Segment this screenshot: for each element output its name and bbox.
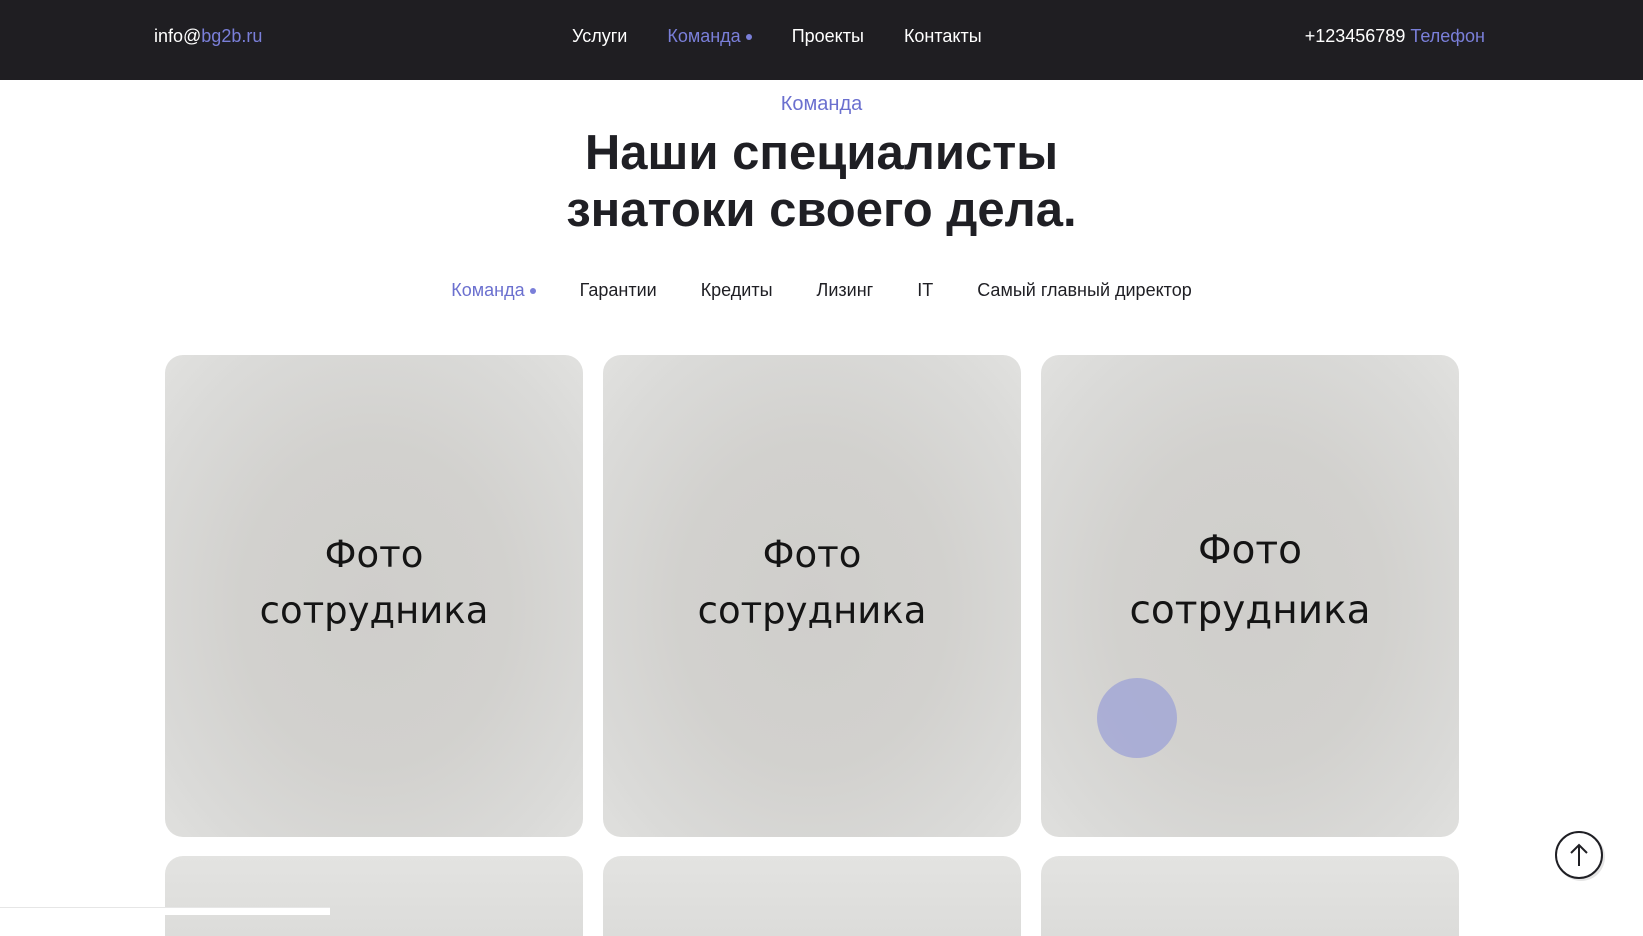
employee-card[interactable]: Фото сотрудника [603, 355, 1021, 837]
photo-caption-line2: сотрудника [697, 589, 927, 632]
employee-card-partial[interactable] [603, 856, 1021, 936]
tab-leasing[interactable]: Лизинг [817, 280, 874, 301]
employee-card-partial[interactable] [165, 856, 583, 936]
tab-label: Лизинг [816, 280, 874, 300]
tab-credits[interactable]: Кредиты [701, 280, 773, 301]
nav-item-team[interactable]: Команда [667, 26, 752, 47]
tab-label: Самый главный директор [977, 280, 1192, 300]
page-title-line1: Наши специалисты [584, 126, 1059, 180]
phone-number: +123456789 [1304, 26, 1406, 46]
employee-photo-placeholder: Фото сотрудника [1041, 521, 1459, 641]
tab-label: Команда [451, 280, 525, 300]
photo-caption-line1: Фото [324, 533, 424, 576]
active-dot-icon [745, 34, 752, 41]
page-title: Наши специалисты знатоки своего дела. [0, 125, 1643, 239]
page-title-line2: знатоки своего дела. [566, 183, 1077, 237]
phone-link[interactable]: +123456789 Телефон [1305, 26, 1485, 47]
tab-it[interactable]: IT [917, 280, 933, 301]
tab-main-director[interactable]: Самый главный директор [977, 280, 1191, 301]
nav-item-label: Команда [667, 26, 741, 46]
team-filter-tabs: Команда Гарантии Кредиты Лизинг IT Самый… [0, 280, 1643, 301]
nav-item-label: Контакты [903, 26, 982, 46]
tab-label: IT [917, 280, 934, 300]
tab-label: Гарантии [579, 280, 657, 300]
active-dot-icon [529, 288, 536, 295]
employee-card[interactable]: Фото сотрудника [165, 355, 583, 837]
photo-caption-line1: Фото [1197, 528, 1302, 573]
main-nav: Услуги Команда Проекты Контакты [572, 26, 982, 47]
nav-item-contacts[interactable]: Контакты [904, 26, 982, 47]
nav-item-projects[interactable]: Проекты [792, 26, 864, 47]
section-eyebrow: Команда [780, 93, 863, 115]
tab-label: Кредиты [700, 280, 773, 300]
arrow-up-icon [1570, 843, 1588, 866]
tab-guarantees[interactable]: Гарантии [580, 280, 657, 301]
photo-caption-line2: сотрудника [259, 589, 489, 632]
tab-team[interactable]: Команда [451, 280, 536, 301]
employee-photo-placeholder: Фото сотрудника [603, 527, 1021, 639]
top-bar: info@bg2b.ru Услуги Команда Проекты Конт… [0, 0, 1643, 80]
employee-card-partial[interactable] [1041, 856, 1459, 936]
employee-photo-placeholder: Фото сотрудника [165, 527, 583, 639]
employee-card[interactable]: Фото сотрудника [1041, 355, 1459, 837]
phone-label: Телефон [1410, 26, 1485, 46]
email-link[interactable]: info@bg2b.ru [154, 26, 262, 47]
photo-caption-line1: Фото [762, 533, 862, 576]
email-prefix: info@ [154, 26, 202, 46]
nav-item-services[interactable]: Услуги [572, 26, 627, 47]
email-domain: bg2b.ru [201, 26, 263, 46]
photo-caption-line2: сотрудника [1129, 588, 1371, 633]
nav-item-label: Услуги [572, 26, 628, 46]
scroll-to-top-button[interactable] [1555, 831, 1603, 879]
nav-item-label: Проекты [791, 26, 864, 46]
